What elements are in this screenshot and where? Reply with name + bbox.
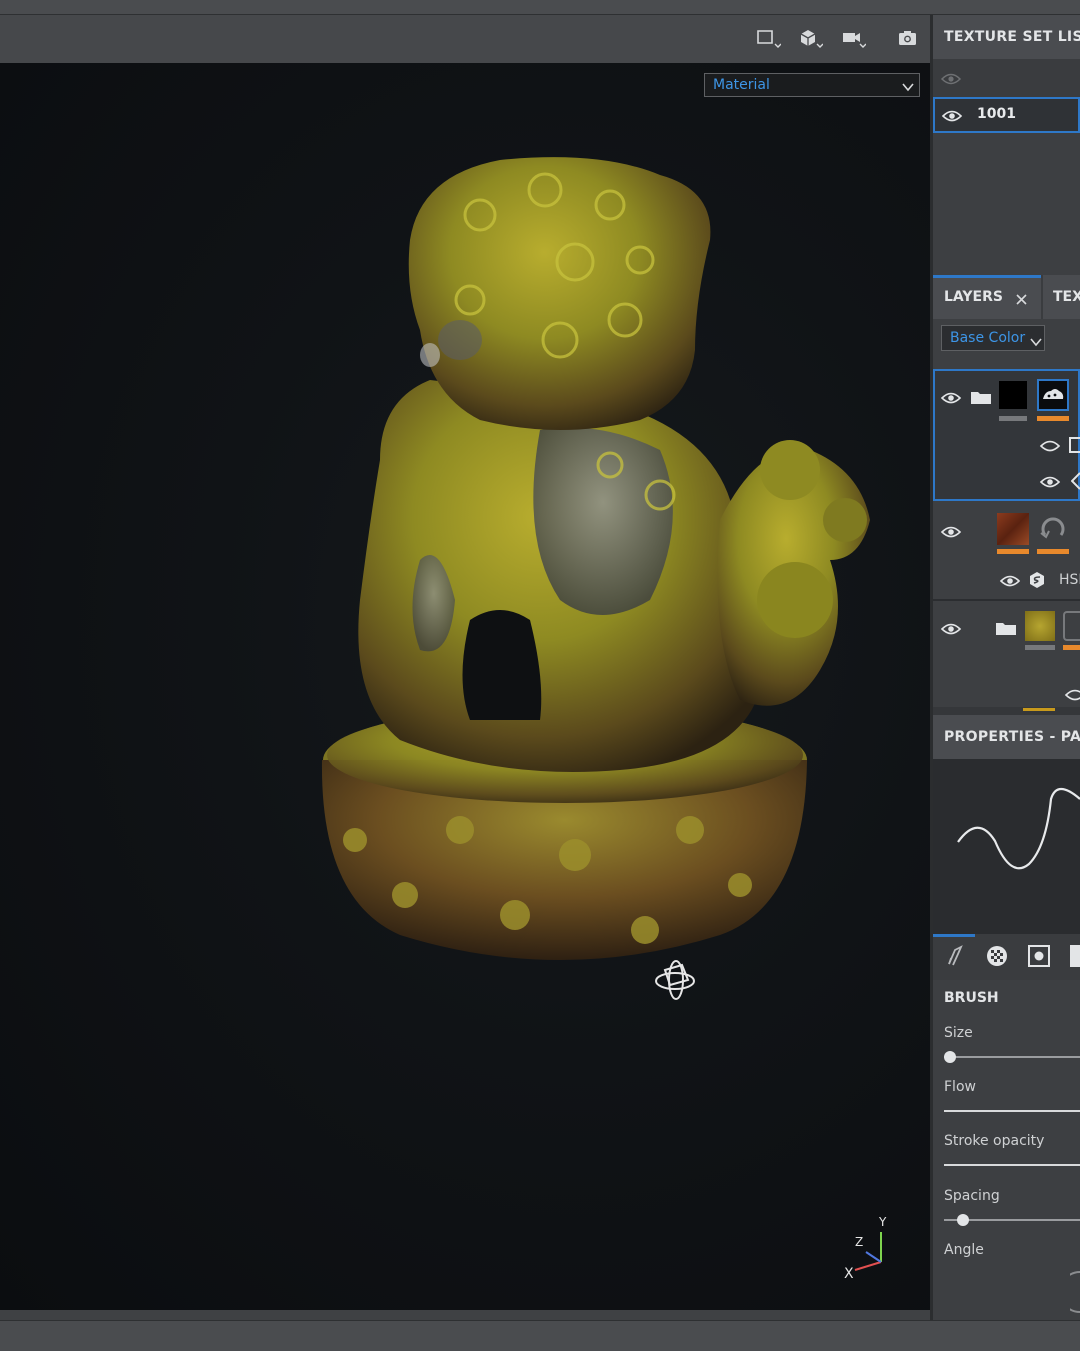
procedural-mask-icon[interactable] bbox=[1037, 513, 1069, 545]
stencil-icon[interactable] bbox=[1028, 945, 1050, 967]
eye-icon[interactable] bbox=[940, 621, 962, 635]
layer-row-folder-moss[interactable] bbox=[933, 601, 1080, 711]
texture-set-name: 1001 bbox=[977, 106, 1016, 122]
stroke-opacity-label: Stroke opacity bbox=[944, 1133, 1045, 1149]
statue-model bbox=[321, 157, 882, 1271]
size-slider-handle[interactable] bbox=[944, 1051, 956, 1063]
filter-icon bbox=[1029, 571, 1045, 589]
eye-icon[interactable] bbox=[1039, 474, 1061, 488]
display-window-icon[interactable] bbox=[755, 27, 782, 51]
rust-material-thumbnail[interactable] bbox=[997, 513, 1029, 545]
texture-set-item[interactable]: 1001 bbox=[933, 97, 1080, 133]
moss-material-thumbnail[interactable] bbox=[1025, 611, 1055, 641]
eye-icon[interactable] bbox=[940, 390, 962, 404]
close-icon[interactable] bbox=[1015, 291, 1028, 305]
properties-tool-tabs bbox=[933, 934, 1080, 980]
viewport-bottom-edge bbox=[0, 1310, 930, 1320]
eye-icon[interactable] bbox=[1064, 687, 1080, 701]
folder-icon bbox=[970, 388, 992, 406]
texture-set-list-header: TEXTURE SET LIST bbox=[933, 15, 1080, 59]
texture-set-empty-area bbox=[933, 133, 1080, 275]
layer-row-fill[interactable]: HSL bbox=[933, 501, 1080, 599]
axis-label-z: Z bbox=[855, 1235, 864, 1249]
tab-textures[interactable]: TEX bbox=[1053, 289, 1080, 305]
active-tab-indicator bbox=[933, 275, 1041, 278]
fill-effect-icon bbox=[1069, 437, 1080, 453]
camera-icon[interactable] bbox=[840, 27, 867, 51]
mask-thumbnail[interactable] bbox=[1063, 611, 1080, 641]
properties-header: PROPERTIES - PAI bbox=[933, 715, 1080, 759]
folder-icon bbox=[995, 619, 1017, 637]
brush-stroke-preview bbox=[933, 759, 1080, 934]
stroke-opacity-slider[interactable] bbox=[944, 1164, 1080, 1166]
cube-icon[interactable] bbox=[797, 27, 824, 51]
angle-dial[interactable] bbox=[1070, 1270, 1080, 1314]
axis-label-y: Y bbox=[879, 1215, 887, 1229]
visibility-toggle-all-icon[interactable] bbox=[940, 71, 962, 85]
chevron-down-icon bbox=[902, 78, 914, 92]
material-mode-dropdown[interactable]: Material bbox=[704, 73, 920, 97]
hidden-eye-icon[interactable] bbox=[1039, 438, 1061, 452]
brush-properties: BRUSH Size Flow Stroke opacity Spacing A… bbox=[933, 980, 1080, 1320]
generator-icon bbox=[1070, 471, 1080, 491]
brush-icon[interactable] bbox=[945, 944, 967, 968]
spacing-label: Spacing bbox=[944, 1188, 1000, 1204]
material-icon[interactable] bbox=[1070, 945, 1080, 967]
eye-icon[interactable] bbox=[941, 108, 963, 122]
texture-set-toolbar bbox=[933, 59, 1080, 97]
alpha-pattern-icon[interactable] bbox=[986, 945, 1008, 967]
flow-slider[interactable] bbox=[944, 1110, 1080, 1112]
channel-value: Base Color bbox=[950, 330, 1026, 346]
eye-icon[interactable] bbox=[940, 524, 962, 538]
mask-thumbnail[interactable] bbox=[1037, 379, 1069, 411]
eye-icon[interactable] bbox=[999, 573, 1021, 587]
flow-label: Flow bbox=[944, 1079, 976, 1095]
rotation-gizmo-icon bbox=[655, 960, 695, 1000]
chevron-down-icon bbox=[1030, 333, 1042, 347]
size-label: Size bbox=[944, 1025, 973, 1041]
axis-label-x: X bbox=[844, 1266, 854, 1282]
layers-tab-bar: LAYERS TEX bbox=[933, 275, 1080, 319]
title-strip bbox=[0, 0, 1080, 15]
effect-label-hsl: HSL bbox=[1059, 572, 1080, 588]
screenshot-icon[interactable] bbox=[895, 27, 921, 51]
layer-row-folder-selected[interactable] bbox=[933, 369, 1080, 501]
angle-label: Angle bbox=[944, 1242, 984, 1258]
channel-dropdown[interactable]: Base Color bbox=[941, 325, 1045, 351]
status-bar bbox=[0, 1320, 1080, 1351]
3d-viewport[interactable]: Y Z X bbox=[0, 63, 930, 1310]
spacing-slider-handle[interactable] bbox=[957, 1214, 969, 1226]
brush-section-title: BRUSH bbox=[944, 990, 999, 1006]
material-mode-value: Material bbox=[713, 77, 770, 93]
tab-layers[interactable]: LAYERS bbox=[944, 289, 1003, 305]
viewport-toolbar bbox=[0, 15, 930, 63]
right-panel: TEXTURE SET LIST 1001 LAYERS TEX Base Co… bbox=[933, 15, 1080, 1320]
layer-thumbnail-black[interactable] bbox=[999, 381, 1027, 409]
size-slider[interactable] bbox=[944, 1056, 1080, 1058]
